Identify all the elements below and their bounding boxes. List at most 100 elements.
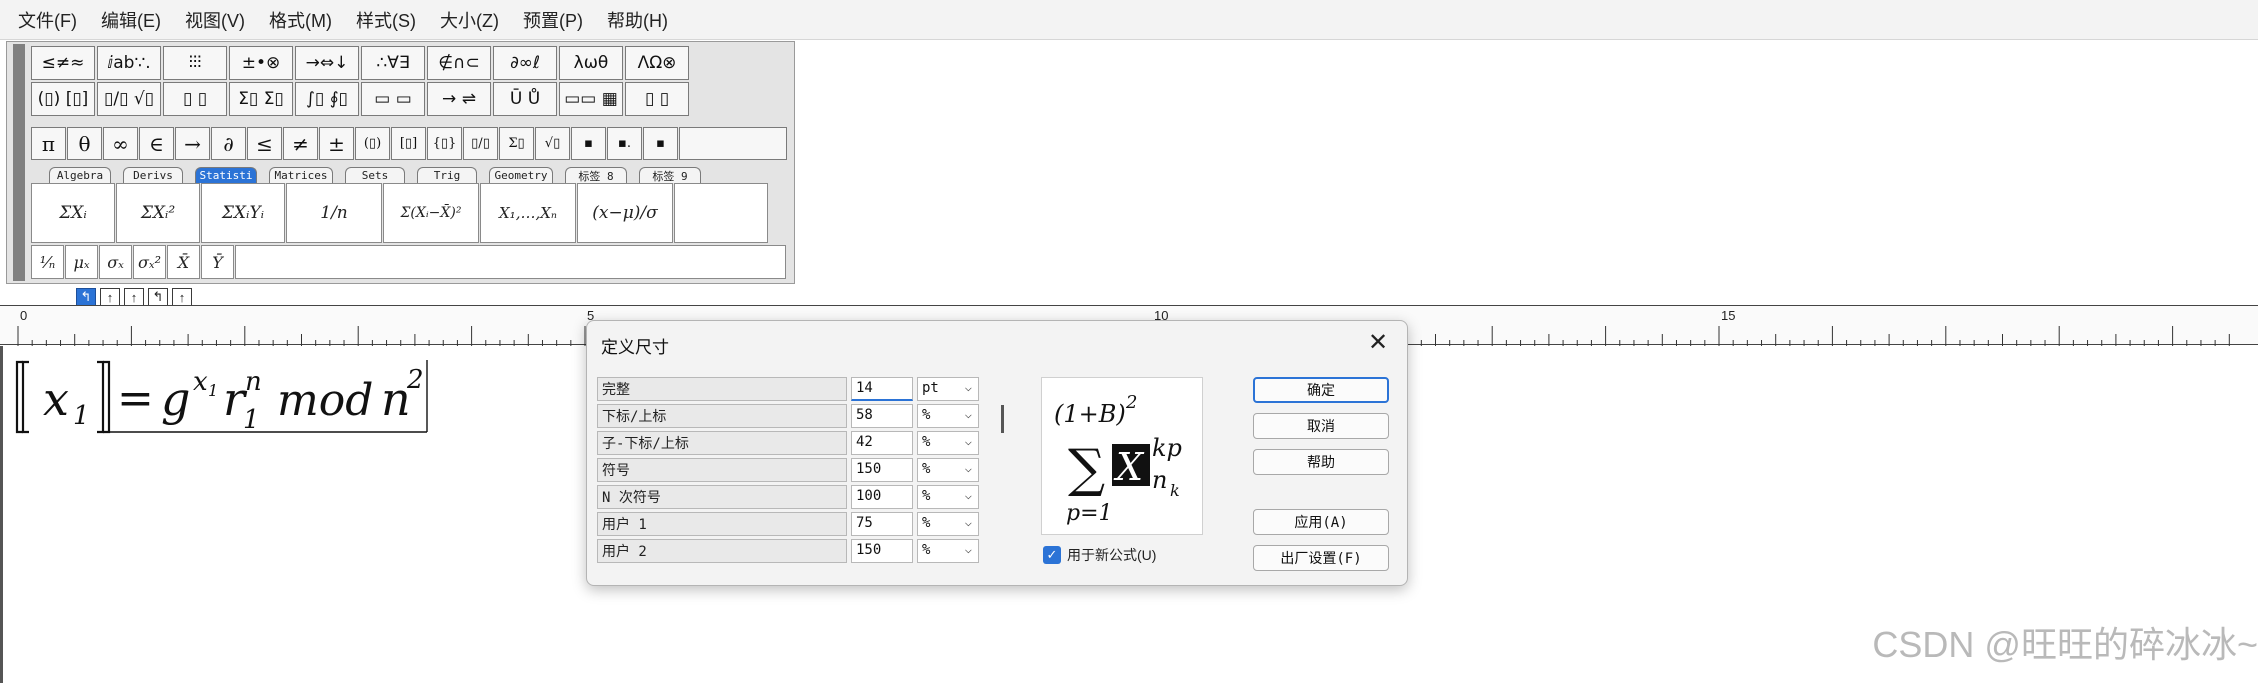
size-value-input[interactable]: 75 [851,512,913,536]
size-value-input[interactable]: 58 [851,404,913,428]
equation[interactable]: x 1 = g x 1 r 1 n mod n 2 [15,358,435,442]
greek-upper-palette-button[interactable]: ΛΩ⊗ [625,46,689,80]
close-icon[interactable]: ✕ [1363,327,1393,357]
tab-8[interactable]: 标签 8 [565,167,627,183]
mini-button-2[interactable]: ↑ [100,288,120,306]
size-value-input[interactable]: 150 [851,458,913,482]
mu-x-template[interactable]: μₓ [65,245,98,279]
menu-help[interactable]: 帮助(H) [595,7,680,33]
superscript-template-button[interactable]: ▪ [571,127,606,160]
use-for-new-equations-checkbox[interactable]: ✓ 用于新公式(U) [1043,545,1156,565]
theta-symbol-button[interactable]: θ [67,127,102,160]
size-name[interactable]: 子-下标/上标 [597,431,847,455]
x1-to-xn-template[interactable]: X₁,…,Xₙ [480,183,576,243]
matrices-palette-button[interactable]: ▭▭ ▦ [559,82,623,116]
menu-edit[interactable]: 编辑(E) [89,7,173,33]
sum-xiyi-template[interactable]: ΣXᵢYᵢ [201,183,285,243]
partial-symbol-button[interactable]: ∂ [211,127,246,160]
unit-select[interactable]: pt ⌵ [917,377,979,401]
size-name[interactable]: 完整 [597,377,847,401]
unit-select[interactable]: % ⌵ [917,512,979,536]
tab-9[interactable]: 标签 9 [639,167,701,183]
products-palette-button[interactable]: Ū Ů [493,82,557,116]
pi-symbol-button[interactable]: π [31,127,66,160]
sum-deviation-template[interactable]: Σ(Xᵢ−X̄)² [383,183,479,243]
z-score-template[interactable]: (x−μ)/σ [577,183,673,243]
tab-statistics[interactable]: Statisti [195,167,257,183]
tab-matrices[interactable]: Matrices [269,167,333,183]
sum-xi-template[interactable]: ΣXᵢ [31,183,115,243]
sum-template-button[interactable]: Σ▯ [499,127,534,160]
logic-palette-button[interactable]: ∴∀∃ [361,46,425,80]
summation-palette-button[interactable]: Σ▯ Σ▯ [229,82,293,116]
set-theory-palette-button[interactable]: ∉∩⊂ [427,46,491,80]
sub-sup-template-button[interactable]: ▪ [643,127,678,160]
menu-style[interactable]: 样式(S) [344,7,428,33]
one-over-n-template[interactable]: 1/n [286,183,382,243]
mini-button-1[interactable]: ↰ [76,288,96,306]
menu-format[interactable]: 格式(M) [257,7,344,33]
size-name[interactable]: N 次符号 [597,485,847,509]
size-value-input[interactable]: 14 [851,377,913,401]
menu-view[interactable]: 视图(V) [173,7,257,33]
sqrt-template-button[interactable]: √▯ [535,127,570,160]
menu-size[interactable]: 大小(Z) [428,7,511,33]
sum-xi-squared-template[interactable]: ΣXᵢ² [116,183,200,243]
mini-button-3[interactable]: ↑ [124,288,144,306]
scrollbar-thumb[interactable] [1001,405,1004,433]
help-button[interactable]: 帮助 [1253,449,1389,475]
sigma-x-squared-template[interactable]: σₓ² [133,245,166,279]
x-bar-template[interactable]: X̄ [167,245,200,279]
unit-select[interactable]: % ⌵ [917,485,979,509]
fractions-radicals-palette-button[interactable]: ▯/▯ √▯ [97,82,161,116]
size-value-input[interactable]: 42 [851,431,913,455]
size-value-input[interactable]: 100 [851,485,913,509]
boxes-palette-button[interactable]: ▯ ▯ [625,82,689,116]
operators-palette-button[interactable]: ±•⊗ [229,46,293,80]
table-scrollbar[interactable] [999,379,1005,569]
cancel-button[interactable]: 取消 [1253,413,1389,439]
leq-symbol-button[interactable]: ≤ [247,127,282,160]
tab-geometry[interactable]: Geometry [489,167,553,183]
tab-algebra[interactable]: Algebra [49,167,111,183]
size-name[interactable]: 符号 [597,458,847,482]
y-bar-template[interactable]: Ȳ [201,245,234,279]
size-name[interactable]: 用户 2 [597,539,847,563]
spaces-palette-button[interactable]: ⅈab∵. [97,46,161,80]
size-name[interactable]: 下标/上标 [597,404,847,428]
toolbar-grip[interactable] [13,44,25,281]
greek-lower-palette-button[interactable]: λωθ [559,46,623,80]
embellishments-palette-button[interactable]: ⫶⫶⫶ [163,46,227,80]
unit-select[interactable]: % ⌵ [917,404,979,428]
menu-preferences[interactable]: 预置(P) [511,7,595,33]
brackets-template-button[interactable]: [▯] [391,127,426,160]
element-of-symbol-button[interactable]: ∈ [139,127,174,160]
mini-button-5[interactable]: ↑ [172,288,192,306]
tab-sets[interactable]: Sets [345,167,405,183]
braces-template-button[interactable]: {▯} [427,127,462,160]
fraction-small-template[interactable]: ¹⁄ₙ [31,245,64,279]
plusminus-symbol-button[interactable]: ± [319,127,354,160]
menu-file[interactable]: 文件(F) [6,7,89,33]
subscript-template-button[interactable]: ▪. [607,127,642,160]
ok-button[interactable]: 确定 [1253,377,1389,403]
size-name[interactable]: 用户 1 [597,512,847,536]
tab-derivs[interactable]: Derivs [123,167,183,183]
labeled-arrows-palette-button[interactable]: → ⇌ [427,82,491,116]
infinity-symbol-button[interactable]: ∞ [103,127,138,160]
mini-button-4[interactable]: ↰ [148,288,168,306]
fraction-template-button[interactable]: ▯/▯ [463,127,498,160]
factory-settings-button[interactable]: 出厂设置(F) [1253,545,1389,571]
arrow-symbol-button[interactable]: → [175,127,210,160]
neq-symbol-button[interactable]: ≠ [283,127,318,160]
subscript-palette-button[interactable]: ▯ ▯ [163,82,227,116]
sigma-x-template[interactable]: σₓ [99,245,132,279]
fences-palette-button[interactable]: (▯) [▯] [31,82,95,116]
integrals-palette-button[interactable]: ∫▯ ∮▯ [295,82,359,116]
size-value-input[interactable]: 150 [851,539,913,563]
parens-template-button[interactable]: (▯) [355,127,390,160]
arrows-palette-button[interactable]: →⇔↓ [295,46,359,80]
tab-trig[interactable]: Trig [417,167,477,183]
misc-symbols-palette-button[interactable]: ∂∞ℓ [493,46,557,80]
unit-select[interactable]: % ⌵ [917,539,979,563]
